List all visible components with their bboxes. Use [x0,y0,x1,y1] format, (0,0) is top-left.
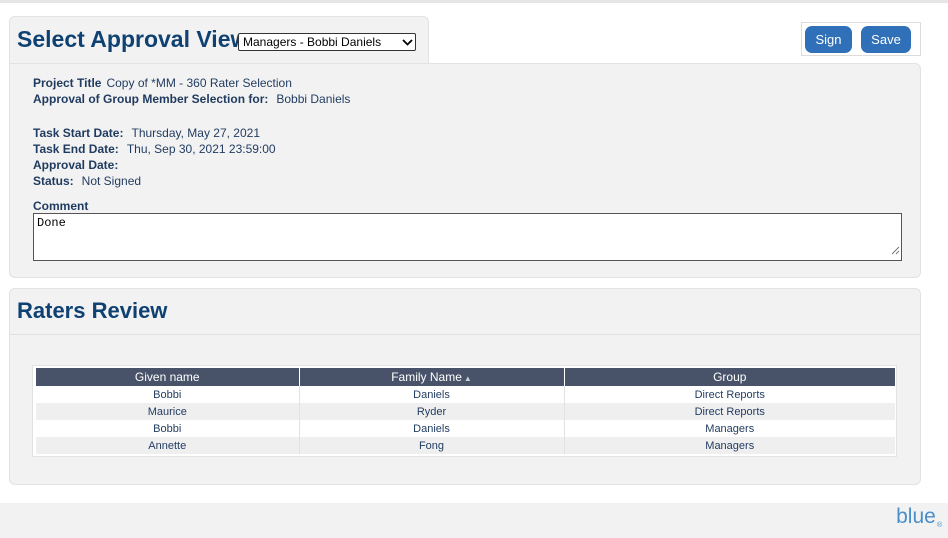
comment-textarea[interactable]: Done [33,213,902,261]
table-row: Bobbi Daniels Direct Reports [36,386,895,403]
raters-review-title: Raters Review [17,298,168,323]
family-name-cell: Fong [299,437,565,454]
given-name-cell: Maurice [36,403,300,420]
column-header-label: Family Name [391,370,462,384]
approval-for-value: Bobbi Daniels [276,92,351,106]
comment-label: Comment [33,199,89,213]
task-end-label: Task End Date: [33,142,119,156]
task-start-label: Task Start Date: [33,126,124,140]
group-cell: Direct Reports [694,388,765,401]
family-name-cell: Daniels [299,386,565,403]
sort-ascending-icon: ▲ [463,374,472,383]
column-header-group[interactable]: Group [564,368,895,386]
task-end-value: Thu, Sep 30, 2021 23:59:00 [126,142,276,156]
action-button-group: Sign Save [801,22,921,56]
task-end-field: Task End Date: Thu, Sep 30, 2021 23:59:00 [33,142,276,156]
approval-date-field: Approval Date: [33,158,123,172]
table-row: Bobbi Daniels Managers [36,420,895,437]
approval-view-select-value: Managers - Bobbi Daniels [243,35,382,49]
raters-table-container: Given name Family Name ▲ Group Bobbi Dani… [32,365,897,457]
given-name-cell: Bobbi [36,386,300,403]
top-border [0,0,948,3]
group-cell: Managers [705,422,755,435]
approval-for-field: Approval of Group Member Selection for: B… [33,92,350,106]
registered-mark: ® [936,522,942,529]
raters-table-header: Given name Family Name ▲ Group [36,368,895,386]
table-row: Maurice Ryder Direct Reports [36,403,895,420]
blue-logo: blue ® [896,503,942,535]
status-field: Status: Not Signed [33,174,141,188]
group-cell: Managers [564,437,895,454]
approval-for-label: Approval of Group Member Selection for: [33,92,269,106]
approval-date-label: Approval Date: [33,158,119,172]
resize-grip-icon[interactable] [891,245,900,259]
column-header-label: Group [713,370,747,384]
column-header-given-name[interactable]: Given name [36,368,300,386]
given-name-cell: Annette [36,437,300,454]
project-title-field: Project Title Copy of *MM - 360 Rater Sel… [33,76,292,90]
group-cell: Direct Reports [564,403,895,420]
task-start-value: Thursday, May 27, 2021 [131,126,260,140]
family-name-cell: Daniels [299,420,565,437]
approval-view-select[interactable]: Managers - Bobbi Daniels [238,33,416,51]
given-name-cell: Bobbi [36,420,300,437]
column-header-label: Given name [134,370,200,384]
page-footer [0,503,948,538]
project-title-label: Project Title [33,76,102,90]
raters-divider [9,334,921,335]
project-title-value: Copy of *MM - 360 Rater Selection [106,76,292,90]
page-title: Select Approval View [17,26,249,52]
status-label: Status: [33,174,74,188]
family-name-cell: Ryder [299,403,565,420]
sign-button[interactable]: Sign [805,26,852,53]
chevron-down-icon [399,34,415,50]
comment-text: Done [37,216,66,230]
save-button[interactable]: Save [861,26,911,53]
logo-text: blue [896,505,936,528]
task-start-field: Task Start Date: Thursday, May 27, 2021 [33,126,260,140]
column-header-family-name[interactable]: Family Name ▲ [299,368,565,386]
status-value: Not Signed [81,174,142,188]
raters-table: Given name Family Name ▲ Group Bobbi Dani… [36,368,895,454]
table-row: Annette Fong Managers [36,437,895,454]
